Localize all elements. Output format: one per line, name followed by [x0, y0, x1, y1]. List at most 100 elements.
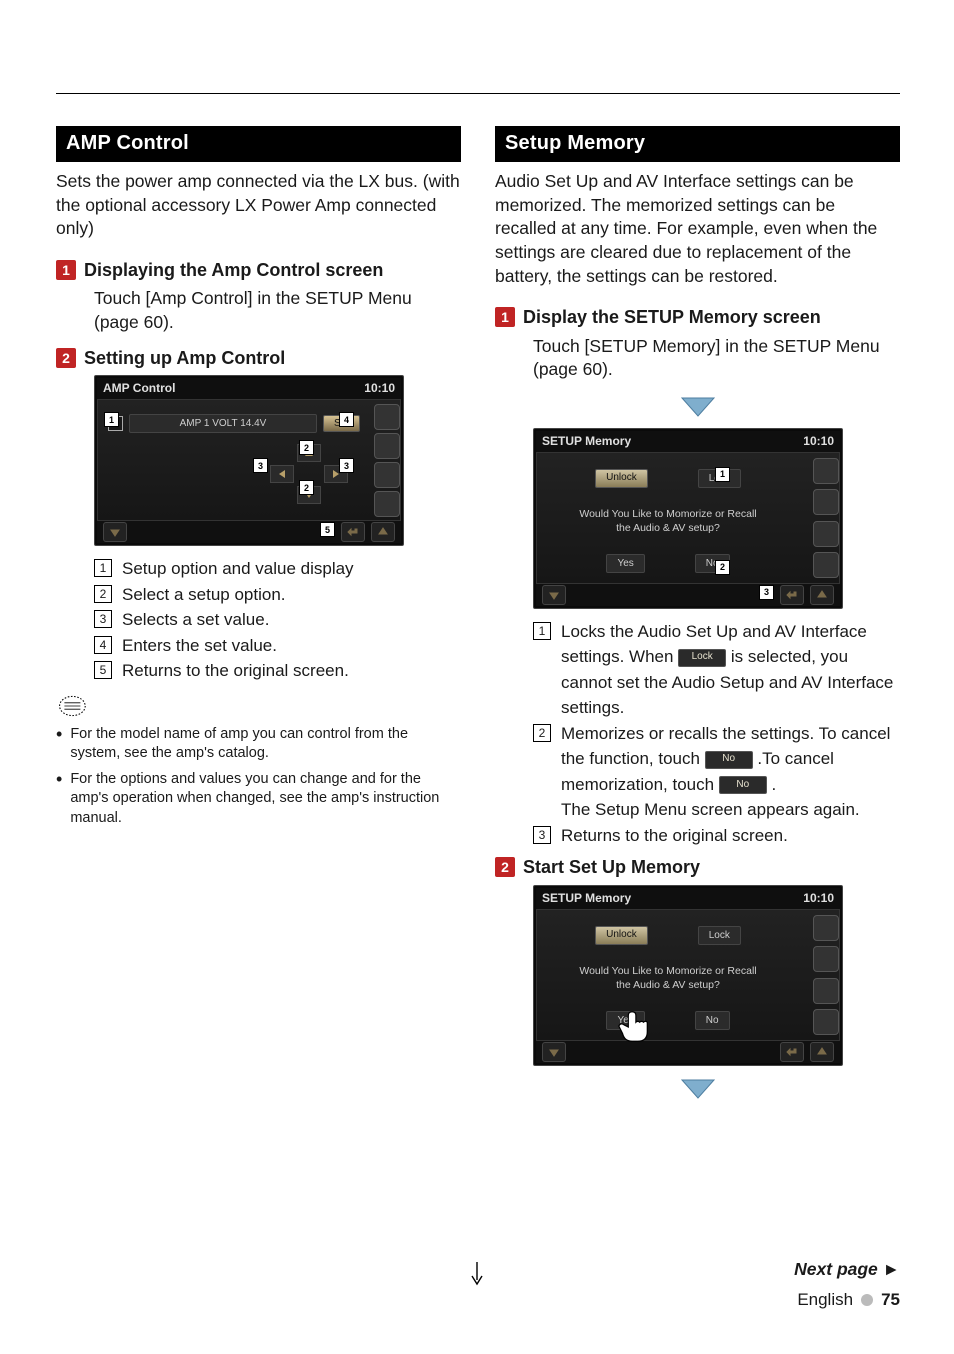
touch-cursor-icon: [615, 1008, 653, 1046]
step-number-1: 1: [495, 307, 515, 327]
note-icon: [58, 694, 90, 718]
callout-4: 4: [339, 412, 354, 427]
legend-text-1: Locks the Audio Set Up and AV Interface …: [561, 619, 900, 721]
amp-value-row: 1 AMP 1 VOLT 14.4V Set: [108, 414, 360, 433]
amp-step-2: 2 Setting up Amp Control: [56, 347, 461, 370]
unlock-button[interactable]: Unlock: [595, 469, 648, 488]
lock-row: Unlock Lock: [537, 926, 799, 945]
footer-up-icon[interactable]: [810, 585, 834, 605]
side-icon[interactable]: [813, 521, 839, 547]
setup-step2-title: Start Set Up Memory: [523, 856, 700, 879]
two-column-layout: AMP Control Sets the power amp connected…: [56, 126, 900, 1110]
language-label: English: [797, 1290, 853, 1310]
amp-lead-text: Sets the power amp connected via the LX …: [56, 170, 461, 241]
setup-shot1-header: SETUP Memory 10:10: [536, 431, 840, 452]
setup-legend: 1 Locks the Audio Set Up and AV Interfac…: [533, 619, 900, 849]
legend-num-1: 1: [533, 622, 551, 640]
legend-num-1: 1: [94, 559, 112, 577]
legend-text-3: Returns to the original screen.: [561, 823, 900, 849]
side-icon[interactable]: [813, 458, 839, 484]
setup-step-1: 1 Display the SETUP Memory screen: [495, 306, 900, 329]
step-number-1: 1: [56, 260, 76, 280]
legend-num-2: 2: [94, 585, 112, 603]
side-icon[interactable]: [813, 489, 839, 515]
lock-button[interactable]: Lock: [698, 926, 741, 945]
amp-step-1: 1 Displaying the Amp Control screen: [56, 259, 461, 282]
amp-control-screenshot: AMP Control 10:10 1 AMP 1 VOLT 14.4V Set: [94, 375, 461, 546]
unlock-button[interactable]: Unlock: [595, 926, 648, 945]
side-icon[interactable]: [813, 946, 839, 972]
amp-legend: 1Setup option and value display 2Select …: [94, 556, 461, 684]
amp-note-2: For the options and values you can chang…: [70, 770, 461, 829]
setup-side-icons: [811, 910, 841, 1040]
amp-step2-title: Setting up Amp Control: [84, 347, 285, 370]
step-number-2: 2: [495, 857, 515, 877]
legend-text-3: Selects a set value.: [122, 607, 461, 633]
amp-side-icons: [372, 400, 402, 520]
callout-5: 5: [320, 522, 335, 537]
amp-shot-clock: 10:10: [364, 381, 395, 395]
footer-down-icon[interactable]: [103, 522, 127, 542]
amp-notes: •For the model name of amp you can contr…: [56, 725, 461, 829]
amp-shot-frame: AMP Control 10:10 1 AMP 1 VOLT 14.4V Set: [94, 375, 404, 546]
setup-shot1-title: SETUP Memory: [542, 434, 631, 448]
legend-text-5: Returns to the original screen.: [122, 658, 461, 684]
return-icon[interactable]: [780, 1042, 804, 1062]
return-icon[interactable]: [341, 522, 365, 542]
callout-2: 2: [299, 480, 314, 495]
page-number: 75: [881, 1290, 900, 1310]
side-icon[interactable]: [374, 491, 400, 517]
step-number-2: 2: [56, 348, 76, 368]
page-footer: English 75: [797, 1290, 900, 1310]
amp-note-1: For the model name of amp you can contro…: [70, 725, 461, 764]
amp-step1-body: Touch [Amp Control] in the SETUP Menu (p…: [94, 287, 461, 334]
setup-step1-title: Display the SETUP Memory screen: [523, 306, 821, 329]
side-icon[interactable]: [813, 552, 839, 578]
section-heading-setup-memory: Setup Memory: [495, 126, 900, 162]
setup-memory-screenshot-2: SETUP Memory 10:10 Unlock Lock: [533, 885, 900, 1066]
legend-text-2: Select a setup option.: [122, 582, 461, 608]
footer-up-icon[interactable]: [371, 522, 395, 542]
setup-shot1-body: Unlock Lock Would You Like to Momorize o…: [536, 452, 840, 584]
legend-num-3: 3: [533, 826, 551, 844]
side-icon[interactable]: [813, 978, 839, 1004]
setup-message: Would You Like to Momorize or Recall the…: [537, 964, 799, 992]
footer-up-icon[interactable]: [810, 1042, 834, 1062]
setup-shot1-frame: SETUP Memory 10:10 Unlock Lock: [533, 428, 843, 609]
inline-no-chip: No: [719, 776, 767, 794]
amp-shot-body: 1 AMP 1 VOLT 14.4V Set: [97, 399, 401, 521]
top-rule: [56, 93, 900, 94]
dpad-left[interactable]: [270, 465, 294, 483]
setup-shot2-body: Unlock Lock Would You Like to Momorize o…: [536, 909, 840, 1041]
legend-text-2: Memorizes or recalls the settings. To ca…: [561, 721, 900, 823]
side-icon[interactable]: [374, 404, 400, 430]
lock-row: Unlock Lock: [537, 469, 799, 488]
side-icon[interactable]: [813, 1009, 839, 1035]
legend-num-2: 2: [533, 724, 551, 742]
footer-down-icon[interactable]: [542, 585, 566, 605]
amp-value-display: AMP 1 VOLT 14.4V: [129, 414, 317, 433]
return-icon[interactable]: [780, 585, 804, 605]
side-icon[interactable]: [813, 915, 839, 941]
no-button[interactable]: No: [695, 1011, 730, 1030]
side-icon[interactable]: [374, 462, 400, 488]
setup-shot2-clock: 10:10: [803, 891, 834, 905]
setup-lead-text: Audio Set Up and AV Interface settings c…: [495, 170, 900, 288]
amp-shot-header: AMP Control 10:10: [97, 378, 401, 399]
legend-num-4: 4: [94, 636, 112, 654]
callout-1: 1: [715, 467, 730, 482]
yes-no-row: Yes No: [537, 554, 799, 573]
right-column: Setup Memory Audio Set Up and AV Interfa…: [495, 126, 900, 1110]
callout-2: 2: [715, 560, 730, 575]
setup-shot1-footer: 3: [536, 584, 840, 606]
side-icon[interactable]: [374, 433, 400, 459]
callout-1: 1: [104, 412, 119, 427]
legend-text-4: Enters the set value.: [122, 633, 461, 659]
footer-down-icon[interactable]: [542, 1042, 566, 1062]
setup-shot2-footer: [536, 1041, 840, 1063]
flow-arrow-icon: [678, 1076, 718, 1102]
section-heading-amp: AMP Control: [56, 126, 461, 162]
setup-side-icons: [811, 453, 841, 583]
inline-no-chip: No: [705, 751, 753, 769]
yes-button[interactable]: Yes: [606, 554, 644, 573]
